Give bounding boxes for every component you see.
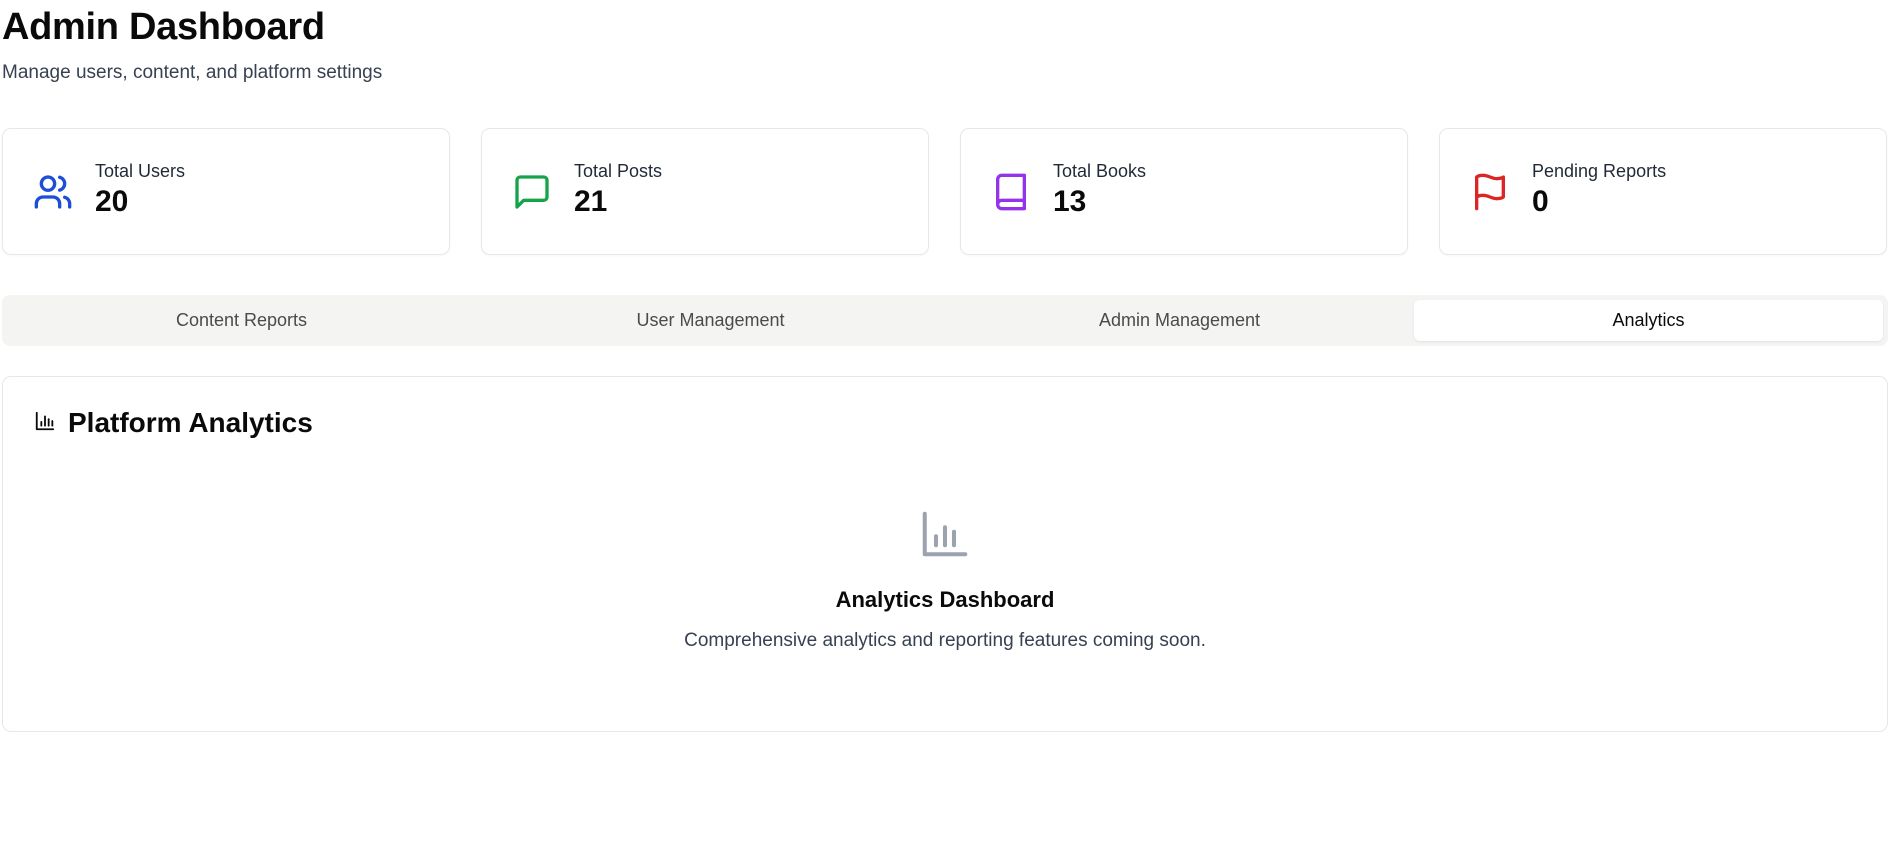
stat-card-total-users: Total Users 20 [2, 128, 450, 255]
bar-chart-icon [918, 507, 972, 566]
stat-value: 20 [95, 184, 129, 218]
stats-row: Total Users 20 Total Posts 21 Total Book… [2, 128, 1888, 255]
empty-state-description: Comprehensive analytics and reporting fe… [684, 630, 1206, 651]
stat-label: Total Books [1053, 160, 1147, 181]
empty-state: Analytics Dashboard Comprehensive analyt… [3, 507, 1887, 654]
dashboard-tabs: Content Reports User Management Admin Ma… [2, 295, 1888, 346]
admin-dashboard-page: Admin Dashboard Manage users, content, a… [0, 0, 1895, 841]
book-icon [991, 172, 1031, 212]
stat-label: Pending Reports [1532, 160, 1667, 181]
bar-chart-icon [34, 410, 56, 437]
analytics-panel: Platform Analytics Analytics Dashboard C… [2, 376, 1888, 732]
stat-card-total-posts: Total Posts 21 [481, 128, 929, 255]
users-icon [33, 172, 73, 212]
page-header: Admin Dashboard Manage users, content, a… [2, 2, 382, 86]
tab-content-reports[interactable]: Content Reports [7, 300, 476, 341]
panel-title: Platform Analytics [68, 407, 313, 438]
flag-icon [1470, 172, 1510, 212]
tab-admin-management[interactable]: Admin Management [945, 300, 1414, 341]
panel-header: Platform Analytics [34, 405, 313, 441]
page-subtitle: Manage users, content, and platform sett… [2, 62, 383, 83]
stat-label: Total Users [95, 160, 186, 181]
stat-value: 0 [1532, 184, 1549, 218]
tab-user-management[interactable]: User Management [476, 300, 945, 341]
tab-analytics[interactable]: Analytics [1414, 300, 1883, 341]
stat-label: Total Posts [574, 160, 663, 181]
stat-value: 21 [574, 184, 608, 218]
stat-card-pending-reports: Pending Reports 0 [1439, 128, 1887, 255]
page-title: Admin Dashboard [2, 6, 325, 48]
stat-card-total-books: Total Books 13 [960, 128, 1408, 255]
message-square-icon [512, 172, 552, 212]
stat-value: 13 [1053, 184, 1087, 218]
empty-state-title: Analytics Dashboard [835, 587, 1055, 612]
